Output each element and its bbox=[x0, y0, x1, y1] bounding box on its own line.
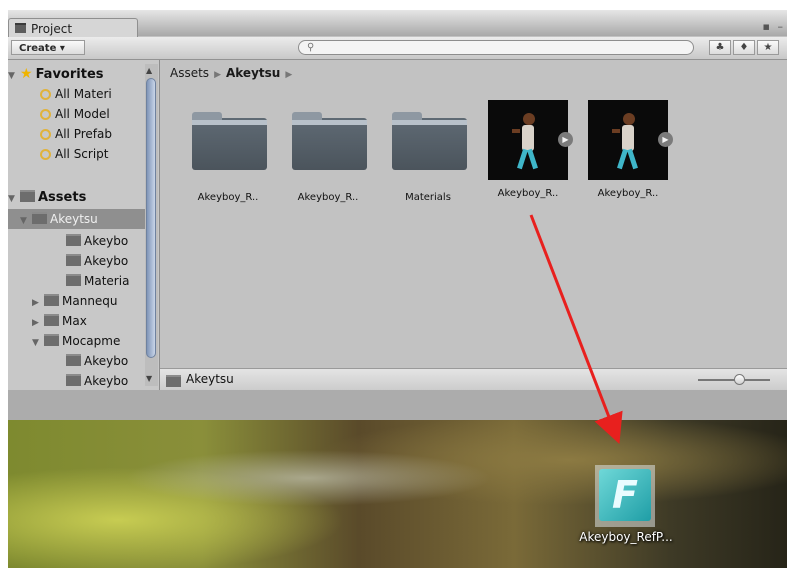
drag-arrow-annotation bbox=[529, 214, 623, 444]
screenshot-frame: Project ▪ – Create ▾ ⚲ ♣ ♦ ★ ▼ ★ Favorites… bbox=[8, 10, 787, 568]
red-arrow bbox=[529, 214, 623, 444]
